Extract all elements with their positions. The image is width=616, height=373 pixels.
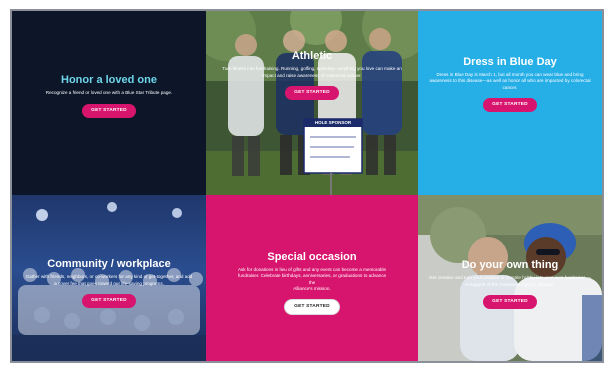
tile-honor-title: Honor a loved one [61, 74, 157, 87]
hole-sponsor-sign-title: HOLE SPONSOR [314, 120, 352, 125]
tile-community-workplace: Community / workplace Gather with friend… [12, 195, 206, 361]
fundraising-options-grid: Honor a loved one Recognize a friend or … [10, 9, 604, 363]
do-your-own-thing-get-started-button[interactable]: GET STARTED [483, 294, 537, 309]
tile-athletic-description: Turn fitness into fundraising. Running, … [222, 66, 402, 78]
tile-community-content: Community / workplace Gather with friend… [25, 258, 193, 308]
page: Honor a loved one Recognize a friend or … [0, 0, 616, 373]
tile-dress-in-blue-day: Dress in Blue Day Dress in Blue Day is M… [418, 11, 602, 195]
athletic-get-started-button[interactable]: GET STARTED [285, 85, 339, 100]
tile-blue-title: Dress in Blue Day [463, 56, 557, 69]
tile-do-your-own-thing: Do your own thing Get creative and turn … [418, 195, 602, 361]
tile-athletic-content: Athletic Turn fitness into fundraising. … [221, 50, 403, 100]
dress-in-blue-get-started-button[interactable]: GET STARTED [483, 97, 537, 112]
tile-special-description: Ask for donations in lieu of gifts and a… [238, 267, 386, 292]
tile-own-content: Do your own thing Get creative and turn … [428, 259, 592, 309]
tile-special-occasion: Special occasion Ask for donations in li… [206, 195, 418, 361]
tile-athletic-title: Athletic [291, 50, 333, 63]
tile-athletic: HOLE SPONSOR Athletic Turn fitness into … [206, 11, 418, 195]
tile-own-title: Do your own thing [461, 259, 559, 272]
tile-community-description: Gather with friends, neighbors, or co-wo… [25, 274, 193, 286]
athletic-photo [206, 11, 418, 195]
tile-community-title: Community / workplace [47, 258, 171, 271]
tile-own-description: Get creative and turn your passion or fa… [429, 275, 591, 287]
tile-blue-content: Dress in Blue Day Dress in Blue Day is M… [428, 56, 592, 112]
tile-blue-description: Dress in Blue Day is March 1, but all mo… [429, 72, 591, 90]
tile-honor-loved-one: Honor a loved one Recognize a friend or … [12, 11, 206, 195]
honor-get-started-button[interactable]: GET STARTED [82, 103, 136, 118]
special-occasion-get-started-button[interactable]: GET STARTED [284, 298, 340, 315]
tile-special-title: Special occasion [267, 251, 357, 264]
tile-special-description-line-4: Alliance's mission. [293, 285, 331, 291]
community-get-started-button[interactable]: GET STARTED [82, 293, 136, 308]
tile-honor-content: Honor a loved one Recognize a friend or … [45, 74, 173, 118]
tile-special-description-line-2: fundraiser. Celebrate birthdays, anniver… [237, 273, 387, 279]
tile-special-content: Special occasion Ask for donations in li… [238, 251, 386, 315]
tile-honor-description: Recognize a friend or loved one with a B… [45, 90, 173, 96]
